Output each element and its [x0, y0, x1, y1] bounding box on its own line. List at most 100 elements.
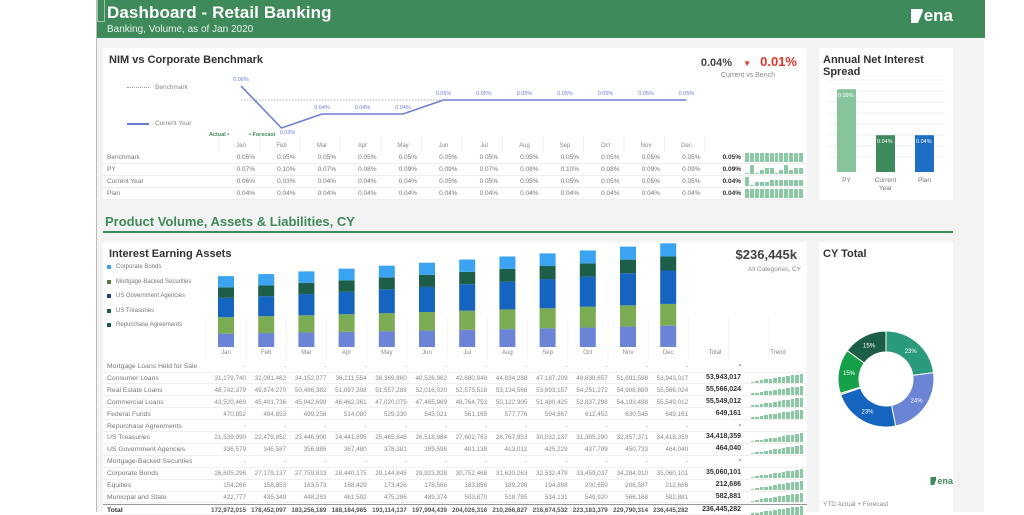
cell-value: - [645, 458, 648, 466]
month-header: Mar [316, 143, 328, 149]
cell-value: 31,179,740 [214, 374, 246, 382]
sparkline-bar [781, 448, 786, 455]
sparkline-bar [786, 435, 790, 443]
cell-value: - [404, 458, 407, 466]
row-label: Plan [107, 190, 121, 197]
cell-value: 561,165 [464, 410, 488, 418]
sparkline-bar [745, 189, 749, 198]
cell-value: 23,446,900 [294, 434, 327, 442]
sparkline-bar [781, 436, 786, 443]
stacked-bar-segment [499, 329, 516, 347]
cell-value: 0.09% [641, 166, 660, 173]
cell-value: - [444, 363, 447, 370]
stacked-bar-segment [539, 253, 556, 267]
sparkline-bar [768, 450, 773, 455]
sparkline [751, 492, 804, 502]
cell-value: 53,693,157 [536, 386, 568, 394]
stacked-bar-segment [459, 284, 476, 311]
sparkline-bar [784, 153, 789, 162]
column-header: Aug [502, 350, 513, 356]
cell-value: 51,480,425 [536, 398, 568, 406]
stacked-bar-segment [338, 291, 355, 315]
sparkline-bar [768, 473, 773, 479]
anis-category-label: Plan [918, 177, 931, 184]
sparkline-bar [779, 179, 784, 186]
cell-value: 55,549,012 [656, 398, 689, 406]
column-header: Oct [583, 350, 593, 356]
row-total: 55,549,012 [705, 397, 741, 405]
sparkline-bar [790, 507, 795, 515]
cell-value: 0.05% [601, 178, 620, 185]
cell-value: 0.05% [560, 154, 579, 161]
stacked-bar-segment [499, 268, 516, 282]
row-total: 35,060,101 [705, 469, 741, 477]
sparkline-bar [795, 374, 799, 383]
sparkline [751, 373, 804, 383]
row-label: Corporate Bonds [107, 470, 159, 478]
stacked-bar-segment [539, 266, 556, 280]
sparkline-bar [774, 189, 779, 198]
cell-value: 0.05% [479, 178, 498, 185]
iea-card: Interest Earning Assets $236,445k All Ca… [103, 242, 807, 515]
anis-bar-label: 0.04% [877, 139, 893, 145]
cell-value: 21,539,990 [214, 434, 246, 442]
stacked-bar-segment [378, 289, 395, 314]
stacked-bar-segment [499, 309, 516, 330]
sparkline-bar [773, 485, 777, 490]
cell-value: 33,459,037 [576, 470, 608, 478]
cell-value: - [404, 363, 407, 370]
sparkline-bar [786, 447, 790, 455]
cell-value: - [525, 363, 528, 370]
table-row: Mortgage-Backed Securities - - - - - - - - - - - - - [103, 456, 807, 468]
cell-value: 0.05% [358, 154, 377, 161]
sparkline [751, 445, 804, 455]
donut-slice-label: 23% [861, 410, 874, 416]
sparkline-bar [799, 481, 804, 490]
sparkline-bar [759, 475, 764, 479]
stacked-bar-segment [660, 270, 677, 304]
sparkline-bar [755, 476, 759, 479]
sparkline-bar [755, 416, 759, 419]
cell-value: 197,994,439 [411, 506, 447, 514]
cell-value: 356,885 [303, 446, 327, 454]
cell-value: 51,691,598 [616, 374, 648, 382]
cell-value: 0.04% [641, 190, 660, 197]
cell-value: 0.04% [682, 190, 701, 197]
sparkline-bar [799, 445, 804, 455]
sparkline-bar [799, 505, 804, 515]
cell-value: 0.04% [398, 190, 417, 197]
sparkline-bar [790, 494, 795, 502]
sparkline-bar [764, 403, 768, 407]
sparkline-bar [774, 172, 779, 174]
sparkline-bar [786, 375, 790, 383]
cell-value: 36,211,554 [335, 374, 367, 382]
sparkline-bar [777, 484, 781, 490]
sparkline-bar [779, 189, 784, 198]
cell-value: 630,545 [625, 410, 648, 418]
row-total: 0.04% [722, 190, 741, 197]
cell-value: 27,179,137 [254, 470, 287, 478]
sparkline-bar [764, 391, 768, 395]
sparkline-bar [777, 509, 781, 515]
sparkline-bar [795, 386, 799, 395]
month-header: Dec [681, 143, 692, 149]
sparkline-bar [768, 438, 773, 443]
sparkline-bar [794, 153, 799, 162]
cell-value: 52,575,518 [455, 386, 488, 394]
cell-value: 51,557,289 [375, 386, 407, 394]
sparkline [751, 397, 804, 407]
stacked-bar-segment [620, 259, 636, 274]
sparkline-bar [754, 189, 759, 198]
cell-value: 40,526,962 [415, 374, 447, 382]
vena-logo-mark-icon [910, 9, 923, 23]
donut-slice-label: 15% [843, 371, 856, 377]
line-data-label: 0.05% [476, 91, 492, 97]
cell-value: 413,012 [504, 446, 528, 454]
cell-value: 52,016,020 [415, 386, 447, 394]
row-total: 34,418,359 [705, 433, 741, 441]
sparkline-bar [799, 373, 804, 383]
sparkline-bar [764, 167, 769, 174]
sparkline-bar [790, 482, 795, 490]
cell-value: 549,920 [585, 493, 608, 501]
month-header: Nov [640, 143, 652, 149]
